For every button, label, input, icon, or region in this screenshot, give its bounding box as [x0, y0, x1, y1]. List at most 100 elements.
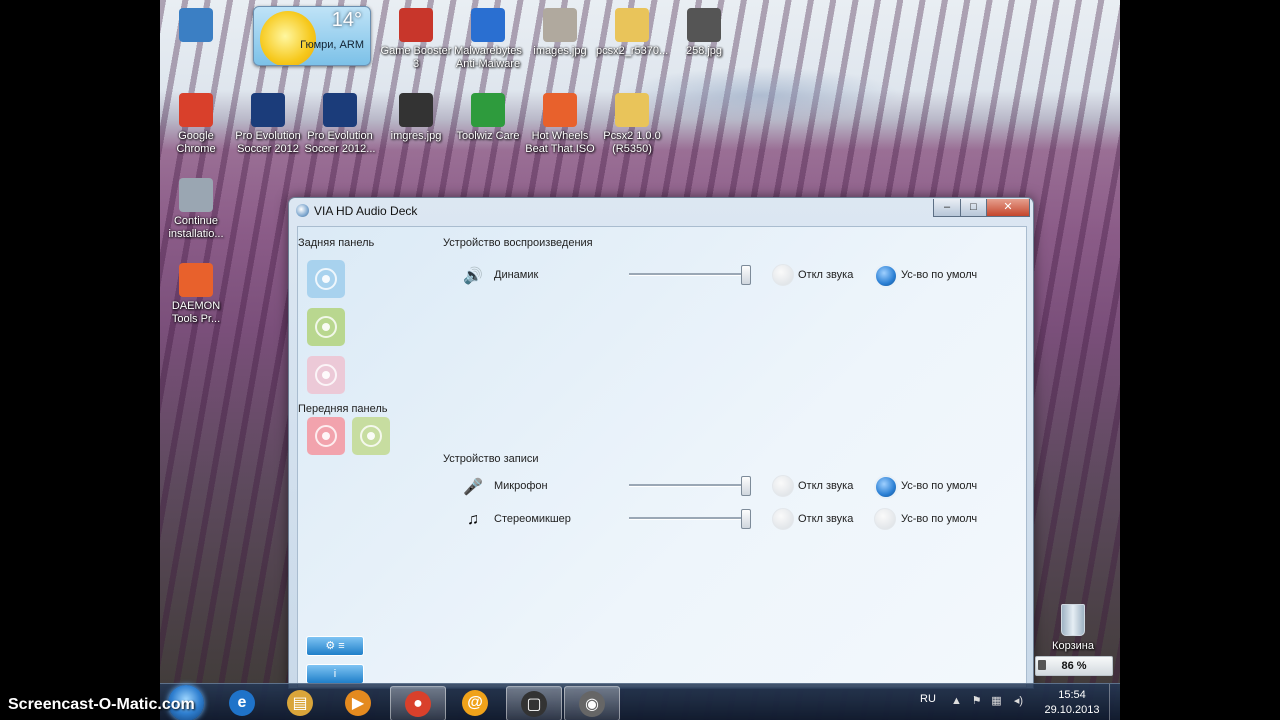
- volume-slider[interactable]: [629, 476, 751, 496]
- slider-track: [629, 484, 751, 487]
- maximize-button[interactable]: □: [960, 199, 987, 217]
- minimize-button[interactable]: ‒: [933, 199, 961, 217]
- stereo-mixer-icon: ♫: [467, 511, 479, 528]
- playback-header: Устройство воспроизведения: [443, 237, 593, 249]
- taskbar-button[interactable]: @: [448, 686, 502, 719]
- slider-thumb[interactable]: [741, 265, 751, 285]
- volume-slider[interactable]: [629, 509, 751, 529]
- via-audio-deck-window[interactable]: VIA HD Audio Deck ‒ □ ✕ Задняя панель Пе…: [288, 197, 1034, 689]
- desktop-icon[interactable]: images.jpg: [524, 8, 596, 58]
- recycle-bin-label: Корзина: [1052, 640, 1094, 652]
- desktop-icon[interactable]: imgres.jpg: [380, 93, 452, 143]
- explorer-folder-icon: ▤: [287, 689, 313, 716]
- desktop-icon[interactable]: Pcsx2 1.0.0 (R5350): [596, 93, 668, 156]
- desktop-icon-label: Pcsx2 1.0.0 (R5350): [603, 130, 661, 155]
- mute-radio[interactable]: [772, 508, 794, 530]
- recycle-bin-icon: [1061, 604, 1085, 636]
- clock[interactable]: 15:54 29.10.2013: [1036, 688, 1108, 718]
- front-jack-1[interactable]: [352, 417, 390, 455]
- desktop-icon[interactable]: Continue installatio...: [160, 178, 232, 241]
- default-device-radio[interactable]: [874, 264, 898, 288]
- screen-recorder-icon: ▢: [521, 690, 547, 717]
- recycle-bin[interactable]: Корзина: [1038, 604, 1108, 652]
- mail-agent-icon: @: [462, 689, 488, 716]
- audio-jack-icon: [315, 425, 337, 447]
- desktop-icon[interactable]: Hot Wheels Beat That.ISO: [524, 93, 596, 156]
- audio-jack-icon: [315, 364, 337, 386]
- slider-thumb[interactable]: [741, 476, 751, 496]
- desktop-icon[interactable]: 258.jpg: [668, 8, 740, 58]
- network-icon[interactable]: ▦: [990, 695, 1003, 708]
- desktop-icon-label: Toolwiz Care: [456, 130, 520, 142]
- desktop-icon-label: images.jpg: [533, 45, 587, 57]
- desktop-icon[interactable]: Google Chrome: [160, 93, 232, 156]
- info-tool-button[interactable]: i: [306, 664, 364, 684]
- mute-label: Откл звука: [798, 269, 854, 281]
- desktop-icon-label: 258.jpg: [685, 45, 723, 57]
- clock-time: 15:54: [1058, 689, 1086, 701]
- weather-city: Гюмри, ARM: [300, 39, 364, 51]
- power-plug-icon: [1038, 660, 1046, 670]
- taskbar-button[interactable]: ◉: [564, 686, 620, 720]
- desktop-icon-label: Google Chrome: [176, 130, 216, 155]
- game-booster-icon: [399, 8, 433, 42]
- front-jack-0[interactable]: [307, 417, 345, 455]
- taskbar: e ▤ ▶ ● @ ▢ ◉ RU ▲ ⚑ ▦ ◂) 15:54 29.10.2013: [160, 683, 1120, 720]
- chrome-icon: [179, 93, 213, 127]
- language-indicator[interactable]: RU: [920, 693, 936, 705]
- settings-tool-button[interactable]: ⚙ ≡: [306, 636, 364, 656]
- default-device-label: Ус-во по умолч: [901, 480, 978, 492]
- slider-thumb[interactable]: [741, 509, 751, 529]
- pes-icon: [251, 93, 285, 127]
- desktop-icon-label: imgres.jpg: [390, 130, 442, 142]
- media-player-icon: ▶: [345, 689, 371, 716]
- desktop-icon[interactable]: Pro Evolution Soccer 2012...: [304, 93, 376, 156]
- close-button[interactable]: ✕: [986, 199, 1030, 217]
- weather-gadget[interactable]: 14° Гюмри, ARM: [253, 6, 371, 66]
- desktop-icon[interactable]: DAEMON Tools Pr...: [160, 263, 232, 326]
- desktop-icon[interactable]: pcsx2_r5370...: [596, 8, 668, 58]
- desktop-icon-label: Game Booster 3: [380, 45, 452, 70]
- taskbar-button[interactable]: ●: [390, 686, 446, 720]
- show-hidden-icons[interactable]: ▲: [950, 695, 963, 708]
- via-audio-icon: [296, 204, 309, 217]
- show-desktop-button[interactable]: [1109, 684, 1120, 720]
- front-panel-label: Передняя панель: [298, 403, 388, 415]
- mute-label: Откл звука: [798, 513, 854, 525]
- mute-radio[interactable]: [772, 475, 794, 497]
- flag-icon[interactable]: ⚑: [970, 695, 983, 708]
- desktop-icon[interactable]: [160, 8, 232, 45]
- rear-jack-2[interactable]: [307, 356, 345, 394]
- desktop-icon[interactable]: Game Booster 3: [380, 8, 452, 71]
- malwarebytes-icon: [471, 8, 505, 42]
- default-device-radio[interactable]: [874, 475, 898, 499]
- pes-icon: [323, 93, 357, 127]
- microphone-icon: 🎤: [463, 479, 483, 496]
- weather-temp: 14°: [331, 9, 362, 31]
- desktop-icon-label: Pro Evolution Soccer 2012...: [304, 130, 376, 155]
- taskbar-button[interactable]: e: [215, 686, 269, 719]
- mute-radio[interactable]: [772, 264, 794, 286]
- title-bar[interactable]: VIA HD Audio Deck ‒ □ ✕: [289, 198, 1033, 224]
- rear-jack-1[interactable]: [307, 308, 345, 346]
- desktop-icon[interactable]: Malwarebytes Anti-Malware: [452, 8, 524, 71]
- rear-jack-0[interactable]: [307, 260, 345, 298]
- taskbar-button[interactable]: ▶: [331, 686, 385, 719]
- folder-icon: [615, 8, 649, 42]
- chrome-icon: ●: [405, 690, 431, 717]
- default-device-radio[interactable]: [874, 508, 896, 530]
- speaker-icon: 🔊: [463, 268, 483, 285]
- desktop-icon[interactable]: Pro Evolution Soccer 2012: [232, 93, 304, 156]
- toolwiz-icon: [471, 93, 505, 127]
- clock-date: 29.10.2013: [1044, 704, 1100, 716]
- taskbar-button[interactable]: ▤: [273, 686, 327, 719]
- desktop-icon-label: Hot Wheels Beat That.ISO: [525, 130, 595, 155]
- rear-panel-label: Задняя панель: [298, 237, 375, 249]
- desktop-icon[interactable]: Toolwiz Care: [452, 93, 524, 143]
- volume-slider[interactable]: [629, 265, 751, 285]
- taskbar-button[interactable]: ▢: [506, 686, 562, 720]
- volume-icon[interactable]: ◂): [1012, 695, 1025, 708]
- desktop-icon-label: Continue installatio...: [168, 215, 224, 240]
- mute-label: Откл звука: [798, 480, 854, 492]
- desktop-icon-label: DAEMON Tools Pr...: [171, 300, 221, 325]
